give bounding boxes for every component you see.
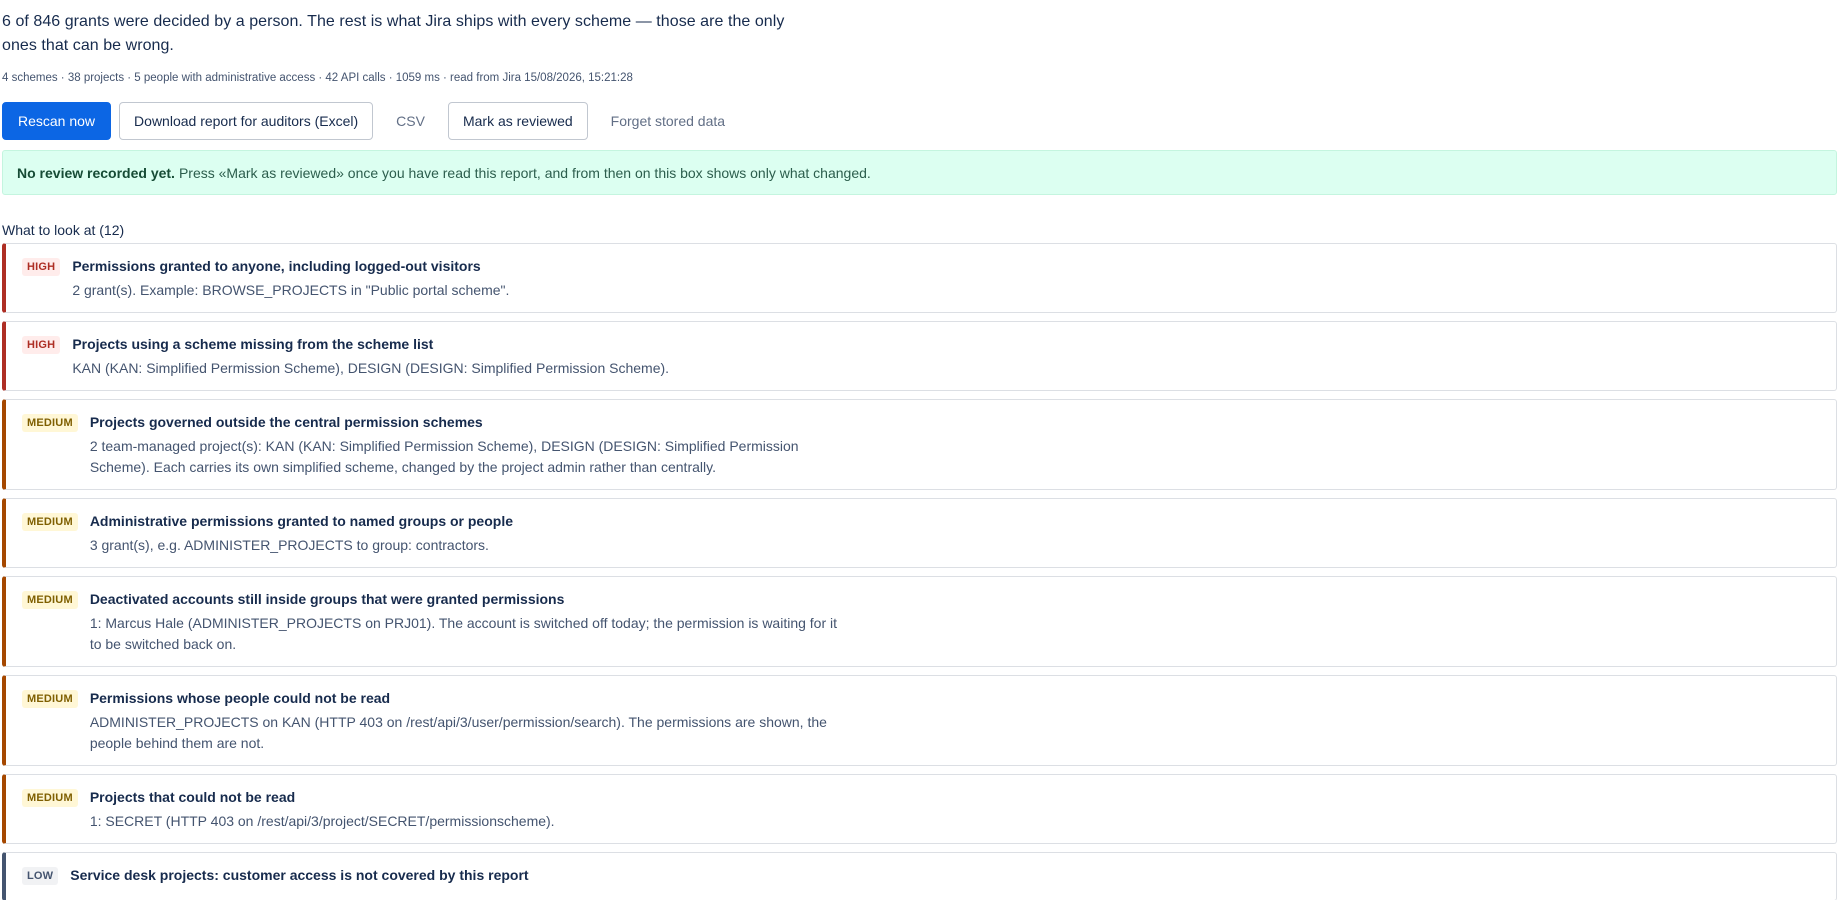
finding-body: Projects using a scheme missing from the…	[72, 335, 1822, 379]
finding-body: Deactivated accounts still inside groups…	[90, 590, 1822, 655]
finding-title: Administrative permissions granted to na…	[89, 513, 513, 529]
csv-button[interactable]: CSV	[381, 102, 440, 140]
finding-body: Permissions granted to anyone, including…	[72, 257, 1822, 301]
finding-body: Administrative permissions granted to na…	[90, 512, 1822, 556]
review-notice-title: No review recorded yet.	[17, 164, 175, 181]
scan-meta: 4 schemes · 38 projects · 5 people with …	[2, 72, 633, 84]
finding-title: Projects governed outside the central pe…	[89, 414, 483, 430]
finding-item: HIGH Projects using a scheme missing fro…	[2, 321, 1837, 391]
finding-title: Projects using a scheme missing from the…	[72, 336, 434, 352]
findings-title: What to look at (12)	[2, 222, 125, 238]
severity-badge: HIGH	[22, 336, 61, 354]
findings-list: HIGH Permissions granted to anyone, incl…	[2, 243, 1837, 900]
finding-item: MEDIUM Projects that could not be read 1…	[2, 774, 1837, 844]
finding-item: LOW Service desk projects: customer acce…	[2, 852, 1837, 900]
severity-badge: MEDIUM	[22, 591, 78, 609]
mark-reviewed-button[interactable]: Mark as reviewed	[447, 102, 588, 140]
download-excel-button[interactable]: Download report for auditors (Excel)	[119, 102, 374, 140]
finding-body: Projects governed outside the central pe…	[90, 413, 1822, 478]
page-headline: 6 of 846 grants were decided by a person…	[2, 13, 785, 54]
finding-item: MEDIUM Permissions whose people could no…	[2, 675, 1837, 766]
severity-badge: MEDIUM	[22, 414, 78, 432]
finding-title: Deactivated accounts still inside groups…	[89, 591, 565, 607]
finding-item: MEDIUM Deactivated accounts still inside…	[2, 576, 1837, 667]
review-notice-text: Press «Mark as reviewed» once you have r…	[178, 164, 871, 181]
severity-badge: MEDIUM	[22, 513, 78, 531]
finding-detail: 3 grant(s), e.g. ADMINISTER_PROJECTS to …	[89, 537, 489, 553]
finding-body: Service desk projects: customer access i…	[70, 866, 1822, 889]
finding-detail: 2 team-managed project(s): KAN (KAN: Sim…	[89, 438, 799, 475]
severity-badge: MEDIUM	[22, 789, 78, 807]
toolbar: Rescan now Download report for auditors …	[2, 102, 1840, 140]
forget-data-button[interactable]: Forget stored data	[596, 102, 740, 140]
finding-detail: 2 grant(s). Example: BROWSE_PROJECTS in …	[72, 282, 510, 298]
finding-title: Projects that could not be read	[89, 789, 296, 805]
finding-detail: ADMINISTER_PROJECTS on KAN (HTTP 403 on …	[89, 714, 827, 751]
finding-title: Permissions granted to anyone, including…	[72, 258, 481, 274]
severity-badge: MEDIUM	[22, 690, 78, 708]
severity-badge: LOW	[22, 867, 59, 885]
finding-detail: 1: Marcus Hale (ADMINISTER_PROJECTS on P…	[89, 615, 838, 652]
finding-detail: 1: SECRET (HTTP 403 on /rest/api/3/proje…	[89, 813, 555, 829]
rescan-button[interactable]: Rescan now	[2, 102, 112, 140]
finding-item: MEDIUM Administrative permissions grante…	[2, 498, 1837, 568]
finding-body: Permissions whose people could not be re…	[90, 689, 1822, 754]
finding-item: HIGH Permissions granted to anyone, incl…	[2, 243, 1837, 313]
finding-body: Projects that could not be read 1: SECRE…	[90, 788, 1822, 832]
finding-detail: KAN (KAN: Simplified Permission Scheme),…	[72, 360, 670, 376]
finding-title: Service desk projects: customer access i…	[70, 867, 529, 883]
severity-badge: HIGH	[22, 258, 61, 276]
review-notice: No review recorded yet. Press «Mark as r…	[2, 150, 1837, 195]
finding-item: MEDIUM Projects governed outside the cen…	[2, 399, 1837, 490]
report-page: 6 of 846 grants were decided by a person…	[0, 10, 1840, 900]
finding-title: Permissions whose people could not be re…	[89, 690, 391, 706]
